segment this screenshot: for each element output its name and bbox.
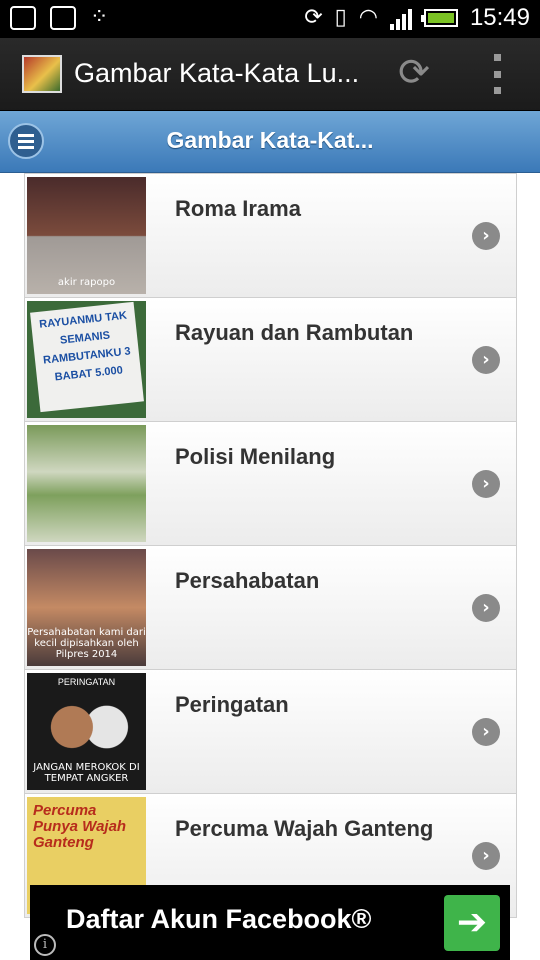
chevron-right-icon: › [472,470,500,498]
app-icon[interactable] [22,55,62,93]
sync-icon: ⟳ [304,5,323,30]
list-item[interactable]: Polisi Menilang › [24,422,517,546]
thumbnail-image: akir rapopo [27,177,146,294]
list-item-title: Persahabatan [175,568,320,593]
battery-icon [420,9,458,27]
chevron-right-icon: › [472,842,500,870]
thumbnail-image: Persahabatan kami dari kecil dipisahkan … [27,549,146,666]
app-title: Gambar Kata-Kata Lu... [74,58,360,88]
thumbnail-image [27,425,146,542]
overflow-menu-icon[interactable] [490,54,504,94]
status-clock: 15:49 [469,4,530,31]
thumbnail-image: RAYUANMU TAK SEMANIS RAMBUTANKU 3 BABAT … [27,301,146,418]
page-header: Gambar Kata-Kat... [0,111,540,173]
wifi-icon: ◠ [358,5,378,30]
ad-banner[interactable]: Daftar Akun Facebook® ➔ i [30,885,510,960]
blackberry-icon: ⁘ [90,5,109,30]
gallery-icon [50,6,76,30]
action-bar: Gambar Kata-Kata Lu... ⟳ [0,38,540,111]
list-item[interactable]: Persahabatan kami dari kecil dipisahkan … [24,546,517,670]
ad-text: Daftar Akun Facebook® [66,904,372,934]
signal-icon [389,6,412,30]
page-title: Gambar Kata-Kat... [166,127,374,153]
thumbnail-image: PERINGATAN JANGAN MEROKOK DI TEMPAT ANGK… [27,673,146,790]
list-item[interactable]: akir rapopo Roma Irama › [24,173,517,298]
chevron-right-icon: › [472,346,500,374]
chevron-right-icon: › [472,222,500,250]
list-item-title: Roma Irama [175,196,301,221]
list-item-title: Polisi Menilang [175,444,336,469]
article-list: akir rapopo Roma Irama › RAYUANMU TAK SE… [24,173,517,918]
chevron-right-icon: › [472,718,500,746]
info-icon[interactable]: i [34,934,56,956]
list-item-title: Peringatan [175,692,289,717]
list-item[interactable]: RAYUANMU TAK SEMANIS RAMBUTANKU 3 BABAT … [24,298,517,422]
arrow-right-icon[interactable]: ➔ [444,895,500,951]
list-item-title: Rayuan dan Rambutan [175,320,414,345]
refresh-icon[interactable]: ⟳ [394,52,434,92]
list-item[interactable]: PERINGATAN JANGAN MEROKOK DI TEMPAT ANGK… [24,670,517,794]
status-bar: ⁘ ⟳ ▯ ◠ 15:49 [0,0,540,38]
vibrate-icon: ▯ [334,5,347,30]
screenshot-icon [10,6,36,30]
chevron-right-icon: › [472,594,500,622]
list-item-title: Percuma Wajah Ganteng [175,816,434,841]
